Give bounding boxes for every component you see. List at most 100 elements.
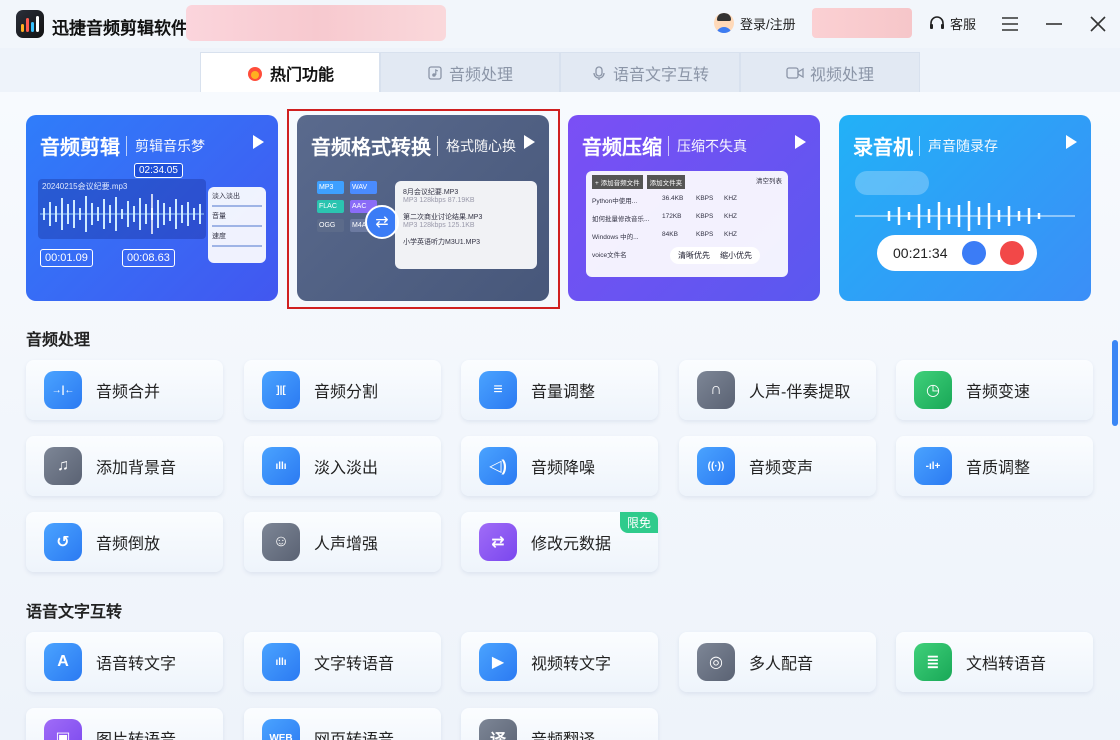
avatar-icon — [714, 13, 734, 33]
feature-button[interactable]: 译音频翻译 — [461, 708, 658, 740]
selection-highlight — [287, 109, 560, 309]
close-icon[interactable] — [1086, 12, 1110, 36]
card-audio-edit[interactable]: 音频剪辑 剪辑音乐梦 02:34.05 20240215会议纪要.mp3 淡入淡出… — [26, 115, 278, 301]
feature-button[interactable]: ∩ 人声-伴奏提取 — [679, 360, 876, 420]
compress-options: 清晰优先 缩小优先 — [670, 247, 760, 264]
sliders-icon: ≡ — [479, 371, 517, 409]
merge-icon: →|← — [44, 371, 82, 409]
feature-label: 音频分割 — [314, 384, 379, 401]
tab-label: 音频处理 — [448, 66, 513, 84]
scrollbar[interactable] — [1112, 340, 1118, 426]
title-bar: 迅捷音频剪辑软件 登录/注册 客服 — [0, 0, 1120, 48]
headset-icon — [930, 15, 944, 29]
feature-button[interactable]: A 语音转文字 — [26, 632, 223, 692]
customer-service-button[interactable]: 客服 — [928, 14, 976, 33]
split-icon: ]|[ — [262, 371, 300, 409]
music-file-icon — [428, 65, 442, 80]
tab-hot[interactable]: 热门功能 — [200, 52, 380, 92]
video-play-icon: ▶ — [479, 643, 517, 681]
feature-label: 音质调整 — [966, 460, 1031, 477]
recording-wave-icon — [855, 201, 1075, 231]
music-note-icon: ♫ — [44, 447, 82, 485]
feature-label: 添加背景音 — [96, 460, 177, 477]
feature-label: 音频倒放 — [96, 536, 161, 553]
feature-label: 人声增强 — [314, 536, 379, 553]
feature-label: 音频降噪 — [531, 460, 596, 477]
headphones-icon: ∩ — [697, 371, 735, 409]
card-recorder[interactable]: 录音机 声音随录存 00:21:34 — [839, 115, 1091, 301]
letter-a-icon: A — [44, 643, 82, 681]
main-content: 音频剪辑 剪辑音乐梦 02:34.05 20240215会议纪要.mp3 淡入淡出… — [0, 92, 1120, 740]
mic-icon — [593, 65, 605, 80]
feature-button[interactable]: ♫ 添加背景音 — [26, 436, 223, 496]
feature-label: 修改元数据 — [531, 536, 612, 553]
card-subtitle: 压缩不失真 — [668, 135, 747, 156]
feature-button[interactable]: ((·)) 音频变声 — [679, 436, 876, 496]
time-marker: 02:34.05 — [134, 163, 183, 178]
person-voice-icon: ☺ — [262, 523, 300, 561]
settings-clock-pill — [855, 171, 929, 195]
feature-button[interactable]: ≣ 文档转语音 — [896, 632, 1093, 692]
side-panel: 淡入淡出 音量 速度 — [208, 187, 266, 263]
speaker-icon: ◁) — [479, 447, 517, 485]
tab-label: 视频处理 — [809, 66, 874, 84]
card-title: 音频剪辑 — [40, 137, 120, 159]
feature-button[interactable]: ↺ 音频倒放 — [26, 512, 223, 572]
feature-button[interactable]: WEB 网页转语音 — [244, 708, 441, 740]
service-label: 客服 — [950, 17, 977, 32]
feature-label: 音量调整 — [531, 384, 596, 401]
app-title: 迅捷音频剪辑软件 — [52, 19, 188, 38]
rewind-icon: ↺ — [44, 523, 82, 561]
video-icon — [786, 66, 804, 79]
file-name: 20240215会议纪要.mp3 — [42, 182, 128, 191]
waveform-icon — [40, 194, 204, 234]
menu-icon[interactable] — [998, 12, 1022, 36]
feature-button[interactable]: →|← 音频合并 — [26, 360, 223, 420]
feature-label: 网页转语音 — [314, 726, 394, 740]
card-subtitle: 声音随录存 — [919, 135, 998, 156]
card-compress[interactable]: 音频压缩 压缩不失真 + 添加音频文件 添加文件夹 清空列表 Python中使用.… — [568, 115, 820, 301]
login-label: 登录/注册 — [740, 16, 796, 32]
tab-audio-processing[interactable]: 音频处理 — [380, 52, 560, 92]
wave-icon: ıllı — [262, 643, 300, 681]
feature-button[interactable]: ıllı 淡入淡出 — [244, 436, 441, 496]
section-title-speech: 语音文字互转 — [26, 604, 123, 621]
tab-label: 热门功能 — [269, 66, 334, 84]
feature-button[interactable]: -ıl+ 音质调整 — [896, 436, 1093, 496]
play-icon — [1066, 135, 1077, 149]
pause-icon[interactable] — [961, 241, 986, 265]
web-icon: WEB — [262, 719, 300, 740]
feature-button[interactable]: ▶ 视频转文字 — [461, 632, 658, 692]
timer: 00:21:34 — [893, 245, 948, 261]
feature-button[interactable]: ◷ 音频变速 — [896, 360, 1093, 420]
feature-button[interactable]: ◁) 音频降噪 — [461, 436, 658, 496]
section-title-audio: 音频处理 — [26, 332, 91, 349]
play-icon — [795, 135, 806, 149]
feature-button[interactable]: ]|[ 音频分割 — [244, 360, 441, 420]
feature-label: 音频变声 — [749, 460, 814, 477]
feature-label: 人声-伴奏提取 — [749, 384, 851, 401]
feature-label: 音频合并 — [96, 384, 161, 401]
minimize-icon[interactable] — [1042, 12, 1066, 36]
login-button[interactable]: 登录/注册 — [714, 13, 796, 33]
stop-icon[interactable] — [999, 241, 1024, 265]
main-tabs: 热门功能 音频处理 语音文字互转 视频处理 — [200, 52, 920, 92]
feature-button[interactable]: ≡ 音量调整 — [461, 360, 658, 420]
feature-button[interactable]: ▣ 图片转语音 — [26, 708, 223, 740]
feature-label: 文档转语音 — [966, 656, 1047, 673]
end-time: 00:08.63 — [122, 249, 175, 267]
tab-video-processing[interactable]: 视频处理 — [740, 52, 920, 92]
feature-label: 淡入淡出 — [314, 460, 379, 477]
feature-button[interactable]: ◎ 多人配音 — [679, 632, 876, 692]
feature-button[interactable]: ☺ 人声增强 — [244, 512, 441, 572]
feature-label: 文字转语音 — [314, 656, 395, 673]
fire-icon — [247, 66, 262, 81]
feature-label: 视频转文字 — [531, 656, 612, 673]
document-icon: ≣ — [914, 643, 952, 681]
tab-speech-text[interactable]: 语音文字互转 — [560, 52, 740, 92]
redacted-area-2 — [812, 8, 912, 38]
feature-button[interactable]: ıllı 文字转语音 — [244, 632, 441, 692]
feature-button[interactable]: ⇄ 修改元数据 限免 — [461, 512, 658, 572]
feature-label: 图片转语音 — [96, 726, 176, 740]
start-time: 00:01.09 — [40, 249, 93, 267]
